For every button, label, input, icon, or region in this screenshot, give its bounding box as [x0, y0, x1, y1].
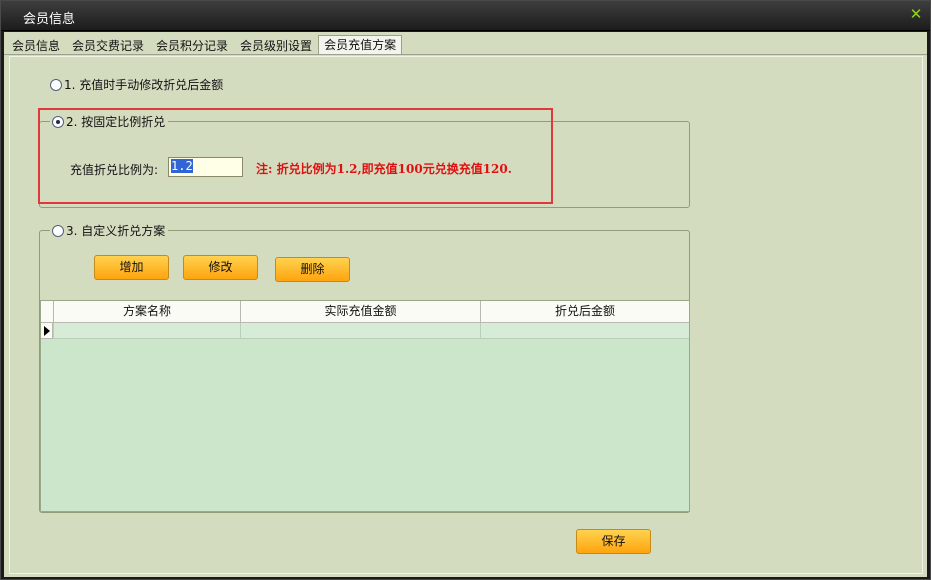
- option-manual-radio[interactable]: [50, 78, 62, 91]
- add-button[interactable]: 增加: [94, 255, 169, 280]
- edit-button[interactable]: 修改: [183, 255, 258, 280]
- tab-recharge-plan[interactable]: 会员充值方案: [318, 35, 403, 55]
- table-row-cell-converted[interactable]: [480, 323, 689, 339]
- plan-grid[interactable]: 方案名称 实际充值金额 折兑后金额: [40, 300, 690, 512]
- save-button[interactable]: 保存: [576, 529, 651, 554]
- window-title: 会员信息: [23, 12, 76, 27]
- row-selector[interactable]: [41, 323, 53, 339]
- option-manual-label: 1. 充值时手动修改折兑后金额: [64, 78, 224, 92]
- column-actual-amount[interactable]: 实际充值金额: [240, 301, 480, 322]
- option-custom-label: 3. 自定义折兑方案: [66, 224, 166, 238]
- tab-strip: 会员信息 会员交费记录 会员积分记录 会员级别设置 会员充值方案: [6, 35, 403, 55]
- column-plan-name[interactable]: 方案名称: [53, 301, 240, 322]
- tab-divider: [4, 54, 927, 55]
- table-row-cell-actual[interactable]: [240, 323, 480, 339]
- grid-header: 方案名称 实际充值金额 折兑后金额: [41, 301, 689, 323]
- title-bar[interactable]: 会员信息 ✕: [1, 1, 930, 31]
- option-manual-row[interactable]: 1. 充值时手动修改折兑后金额: [50, 76, 223, 93]
- recharge-plan-page: 1. 充值时手动修改折兑后金额 2. 按固定比例折兑 充值折兑比例为: 1.2 …: [9, 56, 923, 574]
- option-custom-row[interactable]: 3. 自定义折兑方案: [50, 222, 169, 239]
- close-icon[interactable]: ✕: [909, 7, 923, 22]
- column-converted-amount[interactable]: 折兑后金额: [480, 301, 689, 322]
- tab-points-records[interactable]: 会员积分记录: [150, 36, 234, 55]
- client-area: 会员信息 会员交费记录 会员积分记录 会员级别设置 会员充值方案 1. 充值时手…: [4, 32, 927, 577]
- current-row-arrow-icon: [44, 326, 50, 336]
- tab-payment-records[interactable]: 会员交费记录: [66, 36, 150, 55]
- window: 会员信息 ✕ 会员信息 会员交费记录 会员积分记录 会员级别设置 会员充值方案 …: [0, 0, 931, 580]
- table-row-cell-name[interactable]: [53, 323, 240, 339]
- delete-button[interactable]: 删除: [275, 257, 350, 282]
- option-custom-radio[interactable]: [52, 224, 64, 237]
- highlight-box: [38, 108, 553, 204]
- tab-level-settings[interactable]: 会员级别设置: [234, 36, 318, 55]
- tab-member-info[interactable]: 会员信息: [6, 36, 66, 55]
